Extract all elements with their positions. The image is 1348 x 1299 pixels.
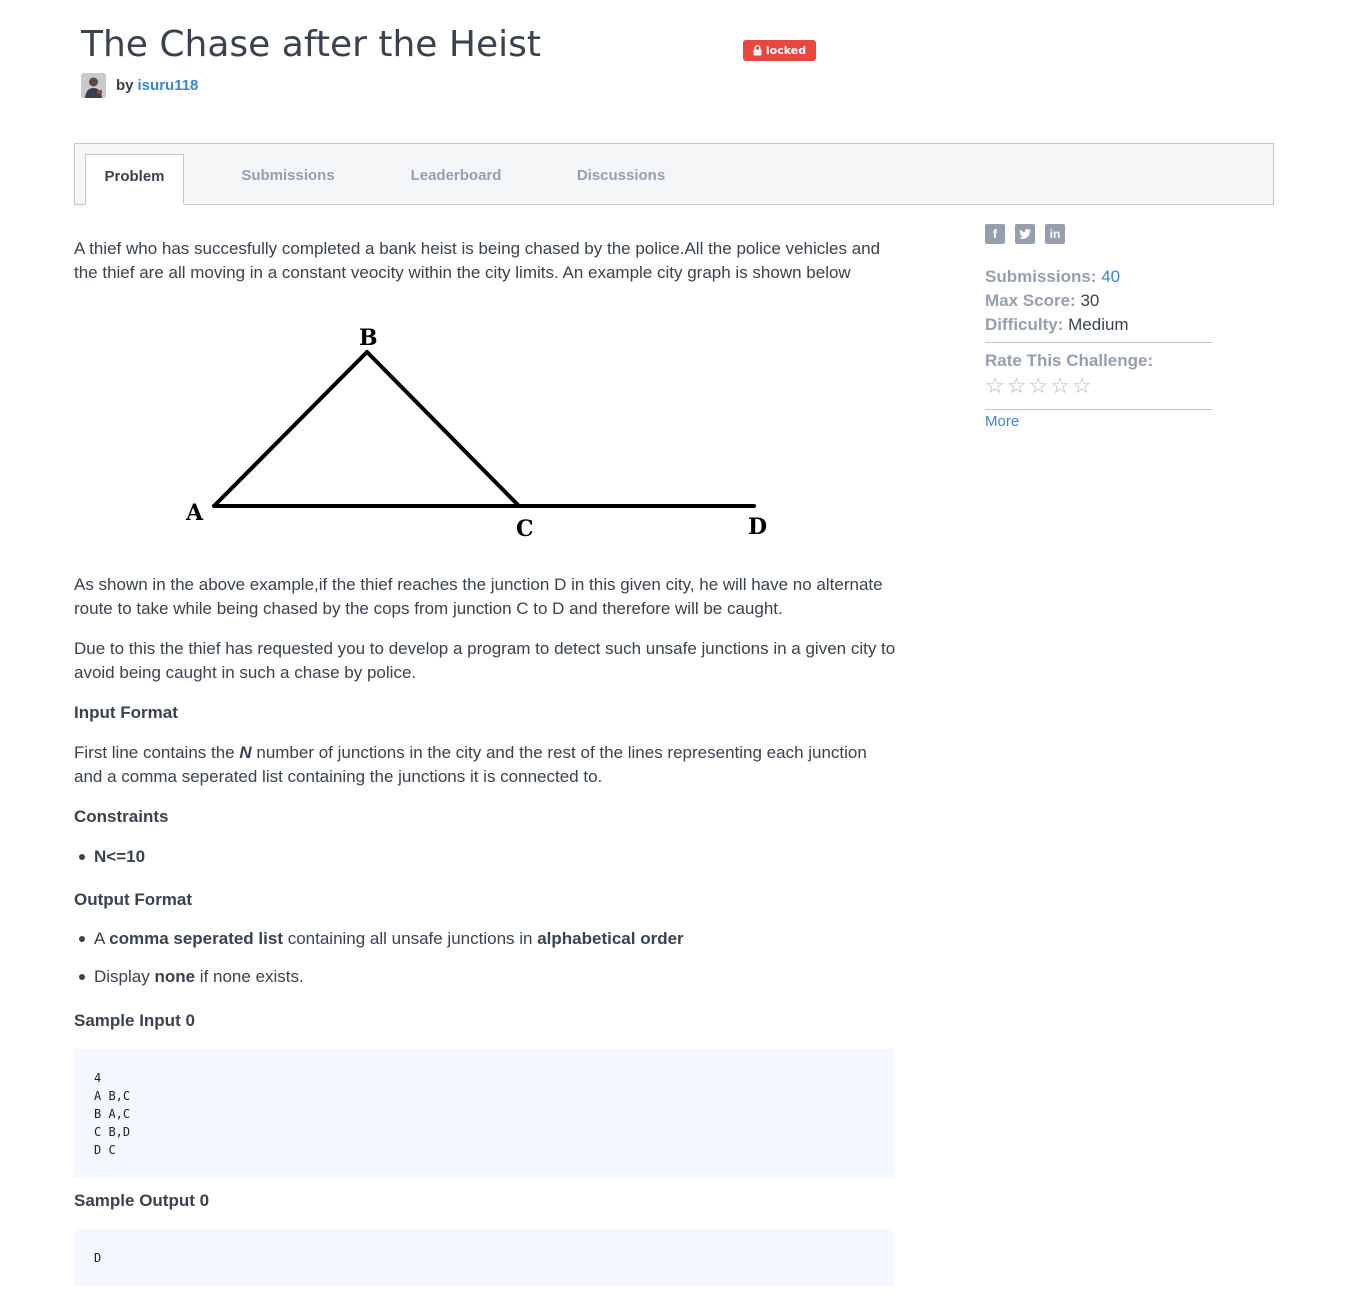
challenge-sidebar: f in Submissions: 40 Max Score: 30 Diffi… (985, 224, 1212, 430)
problem-paragraph-3: Due to this the thief has requested you … (74, 639, 896, 682)
edge-b-c (365, 350, 521, 508)
social-share: f in (985, 224, 1212, 246)
constraints-heading: Constraints (74, 807, 169, 826)
star-icon[interactable]: ☆ (985, 374, 1005, 398)
difficulty-stat: Difficulty: Medium (985, 315, 1129, 334)
submissions-stat: Submissions: 40 (985, 267, 1121, 286)
locked-badge: locked (743, 40, 816, 61)
sample-input-code[interactable]: 4 A B,C B A,C C B,D D C (74, 1049, 894, 1178)
constraint-item: N<=10 (79, 845, 145, 869)
sidebar-divider (985, 342, 1212, 343)
variable-n: N (239, 743, 252, 762)
input-format-heading: Input Format (74, 703, 178, 722)
problem-paragraph-2: As shown in the above example,if the thi… (74, 575, 883, 618)
sample-output-heading: Sample Output 0 (74, 1191, 210, 1210)
node-label-a: A (185, 500, 204, 526)
star-icon[interactable]: ☆ (1072, 374, 1092, 398)
node-label-d: D (748, 514, 767, 540)
output-format-heading: Output Format (74, 890, 193, 909)
sample-output-code[interactable]: D (74, 1229, 894, 1286)
node-label-b: B (359, 325, 378, 351)
avatar[interactable] (81, 73, 106, 98)
tab-leaderboard[interactable]: Leaderboard (393, 154, 519, 205)
max-score-stat: Max Score: 30 (985, 291, 1100, 310)
linkedin-icon[interactable]: in (1045, 224, 1065, 244)
author-line: by isuru118 (81, 73, 198, 98)
city-graph-diagram: B A C D (185, 325, 767, 542)
star-icon[interactable]: ☆ (1050, 374, 1070, 398)
facebook-icon[interactable]: f (985, 224, 1005, 244)
edge-a-b (212, 350, 369, 508)
challenge-tabs: Problem Submissions Leaderboard Discussi… (74, 143, 1274, 205)
more-link[interactable]: More (985, 413, 1019, 430)
submissions-count-link[interactable]: 40 (1101, 267, 1120, 286)
star-icon[interactable]: ☆ (1028, 374, 1048, 398)
sidebar-divider (985, 409, 1212, 410)
output-format-item-1: A comma seperated list containing all un… (79, 927, 684, 951)
author-link[interactable]: isuru118 (138, 77, 199, 94)
tab-discussions[interactable]: Discussions (565, 154, 677, 205)
rate-challenge-label: Rate This Challenge: (985, 351, 1154, 370)
locked-badge-label: locked (765, 44, 807, 57)
tab-submissions[interactable]: Submissions (220, 154, 356, 205)
output-format-item-2: Display none if none exists. (79, 965, 304, 989)
lock-icon (753, 45, 762, 56)
sample-input-heading: Sample Input 0 (74, 1011, 195, 1030)
star-icon[interactable]: ☆ (1007, 374, 1027, 398)
twitter-icon[interactable] (1015, 224, 1035, 244)
challenge-title: The Chase after the Heist (81, 24, 541, 65)
author-prefix: by (116, 77, 134, 94)
node-label-c: C (516, 516, 534, 542)
tab-problem[interactable]: Problem (85, 154, 184, 205)
problem-intro: A thief who has succesfully completed a … (74, 239, 881, 282)
input-format-text: First line contains the N number of junc… (74, 743, 867, 786)
rating-stars: ☆ ☆ ☆ ☆ ☆ (985, 374, 1092, 398)
